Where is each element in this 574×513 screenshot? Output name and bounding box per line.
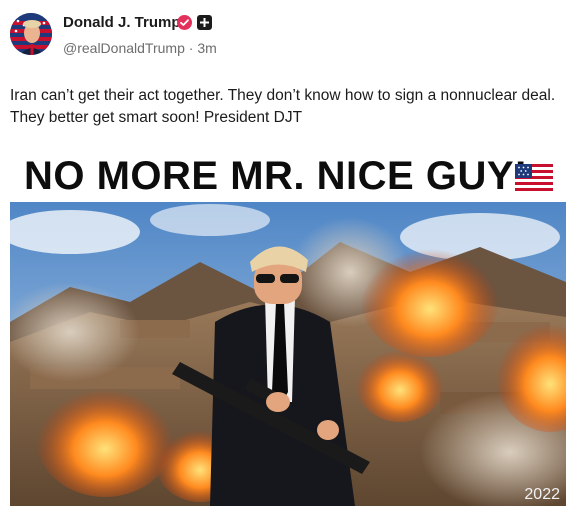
author-display-name[interactable]: Donald J. Trump <box>63 14 181 31</box>
post-body-text: Iran can’t get their act together. They … <box>10 87 556 126</box>
plus-badge-icon <box>197 15 212 30</box>
us-flag-icon <box>515 164 553 191</box>
author-handle[interactable]: @realDonaldTrump <box>63 40 185 56</box>
media-caption-text: NO MORE MR. NICE GUY! <box>24 154 528 198</box>
media-scene-illustration <box>10 202 566 506</box>
flag-portrait-avatar-icon <box>10 13 52 55</box>
media-image[interactable]: 2022 <box>10 202 566 506</box>
author-meta: @realDonaldTrump · 3m <box>63 40 217 56</box>
media-caption: NO MORE MR. NICE GUY! <box>10 146 566 202</box>
avatar[interactable] <box>10 13 52 55</box>
post-media[interactable]: NO MORE MR. NICE GUY! 2022 <box>10 140 566 506</box>
image-watermark: 2022 <box>524 486 560 503</box>
post-timestamp[interactable]: 3m <box>197 40 216 56</box>
verified-check-icon <box>177 15 192 30</box>
post-header: Donald J. Trump @realDonaldTrump · 3m <box>0 0 574 70</box>
meta-separator: · <box>188 40 194 56</box>
